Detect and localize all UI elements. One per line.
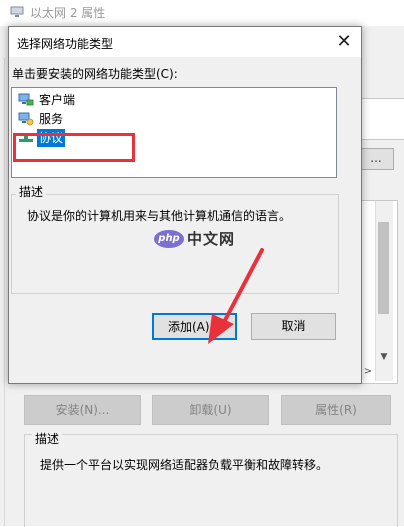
dialog-description-label: 描述: [16, 183, 47, 200]
list-item-label: 服务: [39, 112, 64, 126]
dialog-description-text: 协议是你的计算机用来与其他计算机通信的语言。: [27, 209, 292, 223]
configure-button[interactable]: ...: [358, 148, 394, 170]
description-label: 描述: [32, 430, 63, 447]
type-prompt: 单击要安装的网络功能类型(C):: [12, 67, 178, 81]
scroll-down-arrow-icon[interactable]: ▼: [376, 352, 392, 364]
description-text: 提供一个平台以实现网络适配器负载平衡和故障转移。: [40, 458, 329, 472]
properties-title: 以太网 2 属性: [30, 6, 106, 20]
adapter-field: [358, 98, 404, 140]
dialog-titlebar: 选择网络功能类型 ✕: [9, 27, 361, 57]
list-item-label: 客户端: [39, 93, 76, 107]
network-icon: [10, 6, 24, 17]
list-item-service[interactable]: 服务: [18, 110, 65, 128]
scrollbar-thumb[interactable]: [378, 222, 389, 314]
uninstall-button[interactable]: 卸载(U): [152, 395, 269, 425]
properties-button[interactable]: 属性(R): [281, 395, 391, 425]
scroll-right-arrow-icon[interactable]: >: [360, 366, 376, 380]
annotation-highlight-box: [13, 133, 135, 162]
dialog-title: 选择网络功能类型: [17, 37, 114, 51]
close-icon[interactable]: ✕: [331, 30, 357, 54]
client-icon: [18, 93, 34, 106]
php-logo-icon: php: [154, 229, 184, 248]
install-button[interactable]: 安装(N)...: [24, 395, 141, 425]
list-item-client[interactable]: 客户端: [18, 91, 77, 109]
divider: [4, 58, 5, 526]
annotation-arrow-icon: [208, 248, 264, 344]
description-group: [24, 434, 398, 527]
properties-titlebar: 以太网 2 属性: [0, 0, 404, 26]
service-icon: [18, 112, 34, 126]
